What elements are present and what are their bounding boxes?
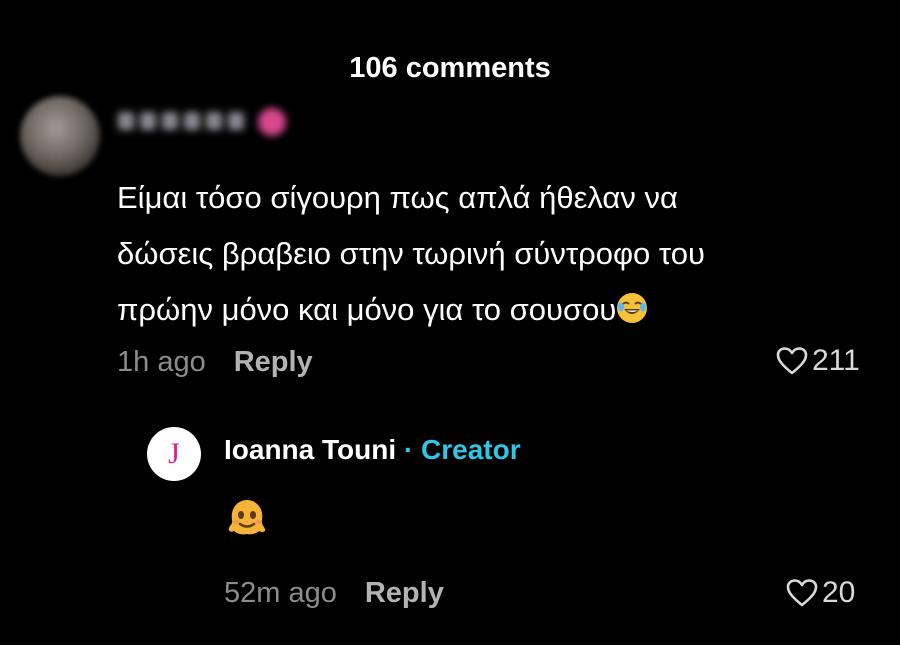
face-with-tears-of-joy-icon (617, 293, 648, 323)
comment-time: 1h ago (117, 346, 206, 378)
heart-outline-icon (776, 347, 808, 375)
comment-line-3-text: πρώην μόνο και μόνο για το σουσου (117, 292, 617, 327)
commenter-avatar[interactable] (20, 96, 100, 176)
creator-badge: Creator (421, 434, 521, 465)
reply-separator: · (403, 434, 414, 465)
comment-line-2: δώσεις βραβειο στην τωρινή σύντροφο του (117, 236, 705, 271)
heart-outline-icon (786, 579, 818, 607)
reply-reply-button[interactable]: Reply (365, 577, 444, 609)
reply-author-line: Ioanna Touni · Creator (224, 434, 521, 466)
comment-body: Είμαι τόσο σίγουρη πως απλά ήθελαν να δώ… (117, 170, 857, 338)
reply-like-button[interactable]: 20 (786, 576, 855, 610)
reply-author-avatar[interactable]: J (147, 427, 201, 481)
commenter-username-blurred[interactable] (118, 108, 288, 136)
comments-count-title: 106 comments (349, 52, 551, 84)
comment-like-button[interactable]: 211 (776, 344, 860, 378)
reply-avatar-letter: J (168, 437, 180, 470)
comment-like-count: 211 (812, 344, 860, 377)
melting-face-icon (228, 500, 266, 535)
reply-like-count: 20 (822, 576, 856, 609)
comment-reply-button[interactable]: Reply (234, 346, 313, 378)
reply-time: 52m ago (224, 577, 337, 609)
comment-line-1: Είμαι τόσο σίγουρη πως απλά ήθελαν να (117, 180, 678, 215)
reply-author-name[interactable]: Ioanna Touni (224, 434, 396, 465)
reply-meta: 52m ago Reply (224, 577, 444, 610)
comment-line-3: πρώην μόνο και μόνο για το σουσου (117, 282, 857, 338)
comment-meta: 1h ago Reply (117, 346, 313, 379)
